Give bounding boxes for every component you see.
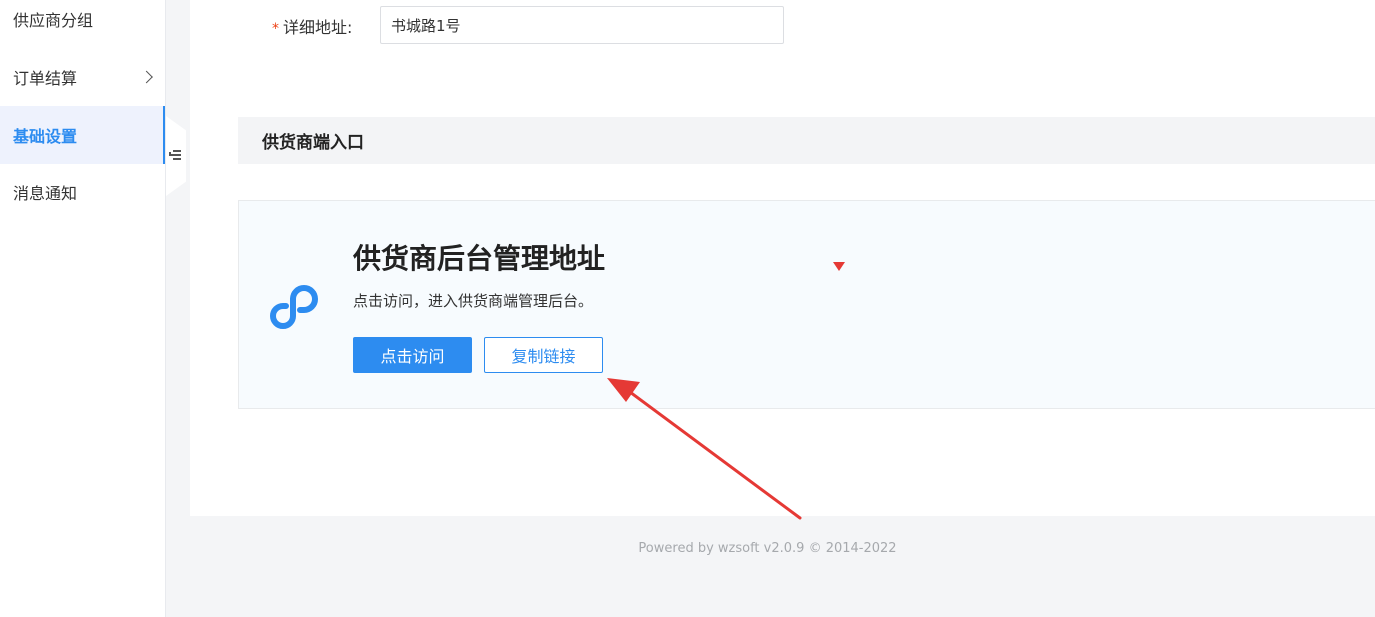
address-label: * 详细地址:: [272, 14, 352, 38]
link-icon: [270, 285, 318, 329]
sidebar: 供应商分组 订单结算 基础设置 消息通知: [0, 0, 166, 617]
sidebar-item-supplier-group[interactable]: 供应商分组: [0, 0, 165, 47]
card-title: 供货商后台管理地址: [353, 242, 606, 275]
footer-text: Powered by wzsoft v2.0.9 © 2014-2022: [638, 541, 897, 556]
copy-link-button[interactable]: 复制链接: [484, 337, 603, 373]
section-title: 供货商端入口: [262, 133, 364, 153]
sidebar-item-label: 消息通知: [13, 184, 78, 203]
sidebar-item-label: 基础设置: [13, 127, 78, 146]
card-description: 点击访问，进入供货商端管理后台。: [353, 292, 594, 310]
menu-fold-icon: [169, 150, 181, 160]
address-input[interactable]: [380, 6, 784, 44]
sidebar-item-label: 订单结算: [13, 69, 78, 88]
footer: Powered by wzsoft v2.0.9 © 2014-2022: [190, 541, 1375, 556]
supplier-portal-card: 供货商后台管理地址 点击访问，进入供货商端管理后台。 点击访问 复制链接: [238, 200, 1375, 409]
visit-button[interactable]: 点击访问: [353, 337, 472, 373]
section-header: 供货商端入口: [238, 117, 1375, 164]
chevron-right-icon: [140, 70, 153, 84]
red-marker-icon: [833, 262, 845, 271]
sidebar-item-label: 供应商分组: [13, 11, 94, 30]
main-content: *详细地址: 供货商端入口 供货商后台管理地址 点击访问，进入供货商端管理后台。…: [190, 0, 1375, 516]
address-label-text: 详细地址:: [283, 18, 353, 37]
required-mark: *: [272, 21, 279, 37]
sidebar-item-order-settlement[interactable]: 订单结算: [0, 49, 165, 105]
sidebar-item-notifications[interactable]: 消息通知: [0, 164, 165, 220]
sidebar-item-basic-settings[interactable]: 基础设置: [0, 106, 165, 164]
sidebar-collapse-toggle[interactable]: [166, 116, 186, 196]
